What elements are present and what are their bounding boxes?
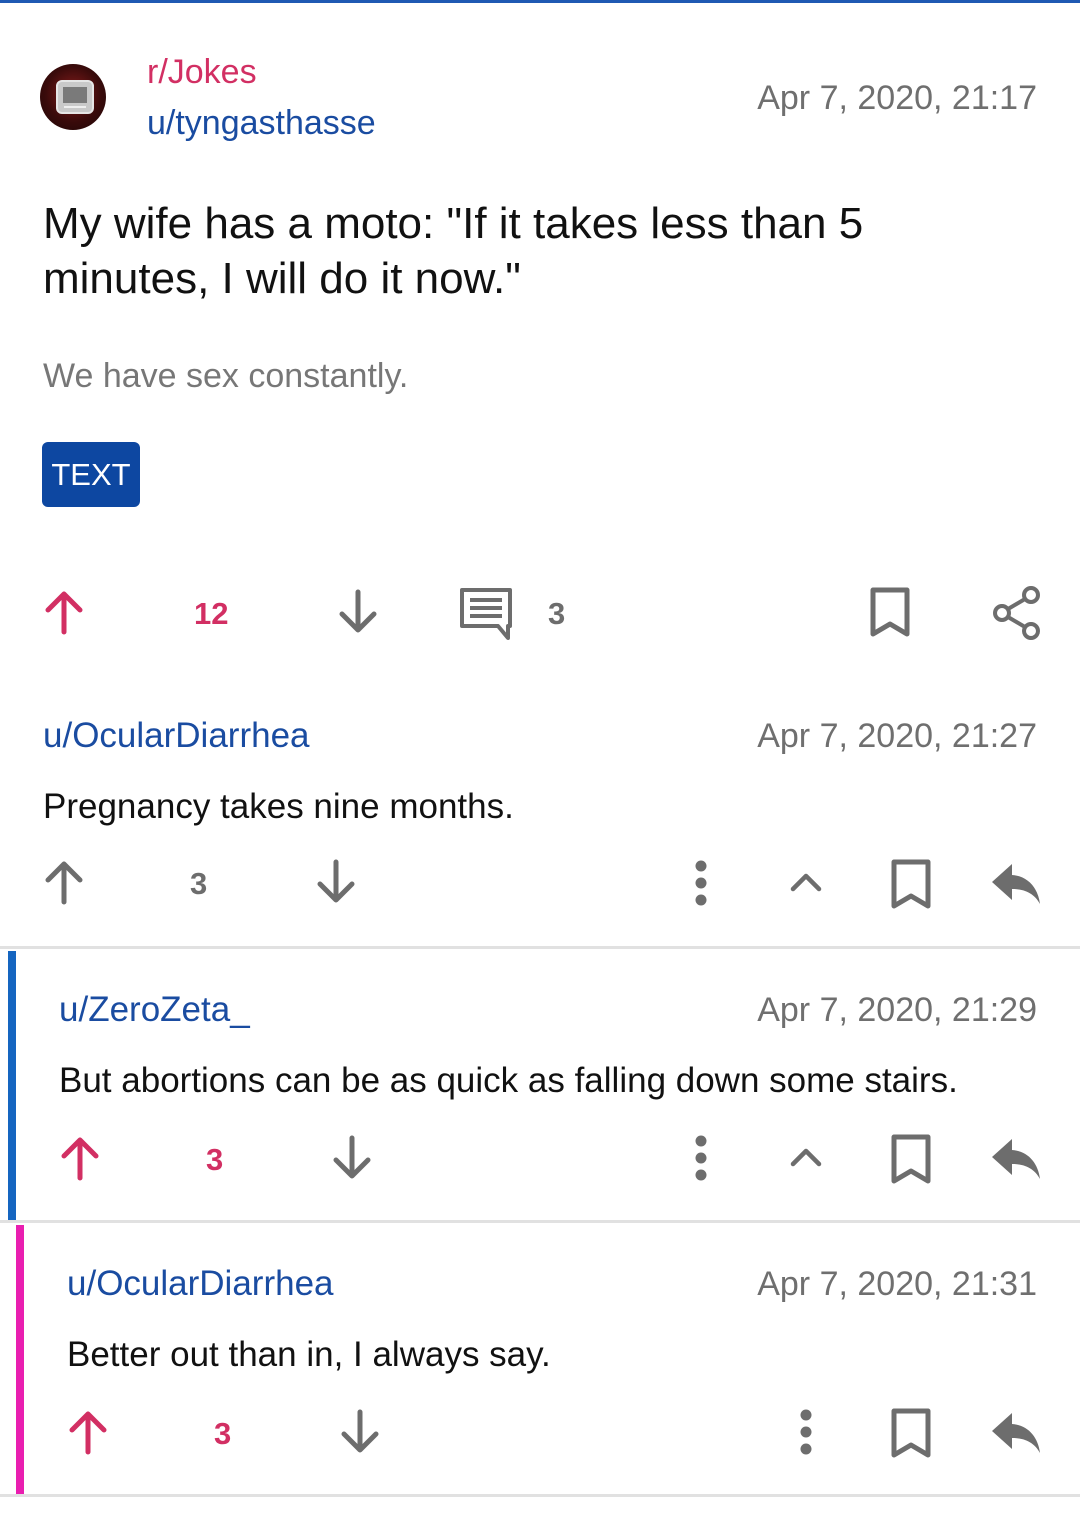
more-options-icon[interactable] [797, 1409, 815, 1455]
post-author-link[interactable]: u/tyngasthasse [147, 103, 376, 143]
post-score: 12 [194, 596, 229, 631]
downvote-icon[interactable] [336, 1408, 384, 1456]
comment-body: But abortions can be as quick as falling… [59, 1061, 958, 1100]
more-options-icon[interactable] [692, 860, 710, 906]
downvote-icon[interactable] [328, 1134, 376, 1182]
reply-icon[interactable] [990, 862, 1042, 906]
post-flair-badge[interactable]: TEXT [42, 442, 140, 507]
comment-author[interactable]: u/ZeroZeta_ [59, 990, 250, 1030]
more-options-icon[interactable] [692, 1135, 710, 1181]
tv-logo-icon [56, 80, 94, 114]
share-icon[interactable] [990, 584, 1044, 642]
thread-depth-bar [16, 1225, 24, 1495]
upvote-icon[interactable] [64, 1408, 112, 1456]
bookmark-icon[interactable] [889, 858, 933, 910]
comment-divider [0, 1220, 1080, 1223]
upvote-icon[interactable] [40, 588, 88, 636]
bookmark-icon[interactable] [868, 586, 912, 638]
comment-date: Apr 7, 2020, 21:27 [757, 717, 1037, 755]
downvote-icon[interactable] [334, 588, 382, 636]
reply-icon[interactable] [990, 1411, 1042, 1455]
comment-score: 3 [206, 1142, 224, 1177]
comment-body: Better out than in, I always say. [67, 1335, 551, 1374]
post-title: My wife has a moto: "If it takes less th… [43, 199, 864, 303]
reply-icon[interactable] [990, 1137, 1042, 1181]
collapse-icon[interactable] [788, 870, 824, 894]
comment-date: Apr 7, 2020, 21:31 [757, 1265, 1037, 1303]
collapse-icon[interactable] [788, 1145, 824, 1169]
comments-icon[interactable] [458, 586, 514, 640]
post-body: We have sex constantly. [43, 357, 409, 395]
thread-depth-bar [8, 951, 16, 1221]
bookmark-icon[interactable] [889, 1133, 933, 1185]
comment-score: 3 [190, 866, 208, 901]
subreddit-avatar[interactable] [40, 64, 106, 130]
comment-date: Apr 7, 2020, 21:29 [757, 991, 1037, 1029]
post-date: Apr 7, 2020, 21:17 [757, 79, 1037, 117]
comment-author[interactable]: u/OcularDiarrhea [43, 716, 310, 756]
downvote-icon[interactable] [312, 858, 360, 906]
comment-body: Pregnancy takes nine months. [43, 787, 514, 826]
upvote-icon[interactable] [40, 858, 88, 906]
post-comment-count: 3 [548, 596, 566, 631]
comment-score: 3 [214, 1416, 232, 1451]
top-accent-line [0, 0, 1080, 3]
bookmark-icon[interactable] [889, 1407, 933, 1459]
comment-divider [0, 946, 1080, 949]
comment-divider [0, 1494, 1080, 1497]
upvote-icon[interactable] [56, 1134, 104, 1182]
subreddit-link[interactable]: r/Jokes [147, 52, 257, 92]
comment-author[interactable]: u/OcularDiarrhea [67, 1264, 334, 1304]
